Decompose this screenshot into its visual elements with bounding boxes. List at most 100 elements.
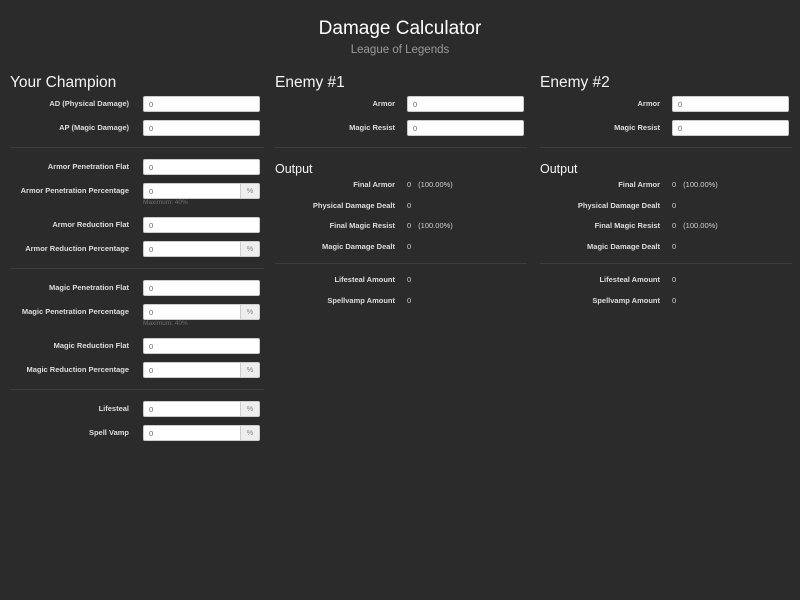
ap-label: AP (Magic Damage) (59, 123, 129, 132)
enemy1-spellvamp-row: Spellvamp Amount 0 (275, 295, 527, 316)
ap-input[interactable] (143, 120, 260, 136)
enemy1-final-armor-percent: (100.00%) (418, 180, 453, 189)
enemy2-mr-label: Magic Resist (614, 123, 660, 132)
enemy1-magic-dealt-label: Magic Damage Dealt (322, 241, 395, 251)
enemy1-output-heading: Output (275, 162, 313, 176)
enemy2-physical-dealt-label: Physical Damage Dealt (577, 200, 660, 210)
ad-label: AD (Physical Damage) (49, 99, 129, 108)
enemy1-final-mr-value: 0 (407, 221, 412, 230)
enemy2-mr-input[interactable] (672, 120, 789, 136)
percent-addon: % (241, 183, 260, 199)
percent-addon: % (241, 362, 260, 378)
enemy2-spellvamp-row: Spellvamp Amount 0 (540, 295, 792, 316)
enemy1-final-mr-output: 0 (100.00%) (407, 220, 453, 232)
enemy2-spellvamp-value: 0 (672, 295, 677, 305)
armor-red-pct-row: Armor Reduction Percentage % (10, 241, 264, 265)
divider (540, 147, 792, 148)
magic-red-flat-input[interactable] (143, 338, 260, 354)
percent-addon: % (241, 304, 260, 320)
enemy2-armor-label: Armor (637, 99, 660, 108)
enemy2-final-armor-row: Final Armor 0 (100.00%) (540, 179, 792, 200)
magic-pen-pct-label: Magic Penetration Percentage (21, 307, 129, 316)
page-title: Damage Calculator (318, 18, 482, 39)
lifesteal-input[interactable] (143, 401, 241, 417)
enemy2-heading: Enemy #2 (540, 74, 610, 91)
spell-vamp-row: Spell Vamp % (10, 425, 264, 449)
enemy2-final-mr-label: Final Magic Resist (594, 221, 660, 230)
enemy1-final-mr-percent: (100.00%) (418, 221, 453, 230)
enemy1-final-mr-row: Final Magic Resist 0 (100.00%) (275, 220, 527, 241)
enemy1-mr-label: Magic Resist (349, 123, 395, 132)
ad-input[interactable] (143, 96, 260, 112)
lifesteal-row: Lifesteal % (10, 401, 264, 425)
enemy2-final-armor-label: Final Armor (618, 180, 660, 189)
divider (10, 147, 264, 148)
divider (10, 389, 264, 390)
percent-addon: % (241, 401, 260, 417)
enemy1-final-armor-label: Final Armor (353, 180, 395, 189)
enemy2-physical-dealt-row: Physical Damage Dealt 0 (540, 200, 792, 221)
enemy2-armor-row: Armor (540, 96, 792, 120)
enemy2-mr-row: Magic Resist (540, 120, 792, 144)
enemy2-final-armor-percent: (100.00%) (683, 180, 718, 189)
armor-pen-pct-input[interactable] (143, 183, 241, 199)
magic-pen-flat-row: Magic Penetration Flat (10, 280, 264, 304)
champion-heading: Your Champion (10, 74, 117, 91)
enemy2-final-armor-output: 0 (100.00%) (672, 179, 718, 191)
armor-red-flat-input[interactable] (143, 217, 260, 233)
divider (10, 268, 264, 269)
enemy2-column: Enemy #2 Armor Magic Resist Output Final… (540, 70, 792, 315)
enemy1-final-mr-label: Final Magic Resist (329, 221, 395, 230)
spell-vamp-label: Spell Vamp (88, 428, 129, 437)
enemy2-spellvamp-label: Spellvamp Amount (592, 295, 660, 305)
armor-pen-pct-label: Armor Penetration Percentage (20, 186, 129, 195)
magic-red-pct-label: Magic Reduction Percentage (26, 365, 129, 374)
percent-addon: % (241, 241, 260, 257)
percent-addon: % (241, 425, 260, 441)
champion-column: Your Champion AD (Physical Damage) AP (M… (10, 70, 264, 449)
enemy1-physical-dealt-row: Physical Damage Dealt 0 (275, 200, 527, 221)
enemy1-armor-input[interactable] (407, 96, 524, 112)
enemy2-armor-input[interactable] (672, 96, 789, 112)
divider (275, 147, 527, 148)
divider (275, 263, 527, 264)
enemy2-lifesteal-value: 0 (672, 275, 677, 284)
armor-red-pct-input[interactable] (143, 241, 241, 257)
spell-vamp-input[interactable] (143, 425, 241, 441)
enemy1-physical-dealt-value: 0 (407, 200, 412, 210)
enemy2-final-mr-percent: (100.00%) (683, 221, 718, 230)
armor-red-pct-label: Armor Reduction Percentage (25, 244, 129, 253)
page-subtitle: League of Legends (350, 44, 450, 56)
enemy1-armor-label: Armor (372, 99, 395, 108)
enemy1-column: Enemy #1 Armor Magic Resist Output Final… (275, 70, 527, 315)
page-header: Damage Calculator League of Legends (0, 16, 800, 58)
magic-red-pct-row: Magic Reduction Percentage % (10, 362, 264, 386)
magic-red-pct-input[interactable] (143, 362, 241, 378)
enemy1-spellvamp-label: Spellvamp Amount (327, 295, 395, 305)
magic-pen-help: Maximum: 40% (10, 320, 264, 338)
enemy2-final-mr-value: 0 (672, 221, 677, 230)
armor-red-flat-label: Armor Reduction Flat (52, 220, 129, 229)
enemy1-physical-dealt-label: Physical Damage Dealt (312, 200, 395, 210)
magic-pen-flat-input[interactable] (143, 280, 260, 296)
armor-pen-flat-label: Armor Penetration Flat (47, 162, 129, 171)
enemy2-physical-dealt-value: 0 (672, 200, 677, 210)
enemy2-magic-dealt-row: Magic Damage Dealt 0 (540, 241, 792, 262)
enemy1-final-armor-value: 0 (407, 180, 412, 189)
enemy2-final-armor-value: 0 (672, 180, 677, 189)
magic-red-flat-label: Magic Reduction Flat (53, 341, 129, 350)
armor-pen-max-hint: Maximum: 40% (143, 199, 188, 206)
enemy2-output-heading: Output (540, 162, 578, 176)
enemy1-magic-dealt-row: Magic Damage Dealt 0 (275, 241, 527, 262)
divider (540, 263, 792, 264)
ap-row: AP (Magic Damage) (10, 120, 264, 144)
armor-pen-flat-input[interactable] (143, 159, 260, 175)
enemy2-final-mr-row: Final Magic Resist 0 (100.00%) (540, 220, 792, 241)
magic-pen-max-hint: Maximum: 40% (143, 320, 188, 327)
magic-pen-pct-input[interactable] (143, 304, 241, 320)
enemy1-mr-input[interactable] (407, 120, 524, 136)
armor-red-flat-row: Armor Reduction Flat (10, 217, 264, 241)
enemy1-heading: Enemy #1 (275, 74, 345, 91)
lifesteal-label: Lifesteal (98, 404, 129, 413)
enemy2-magic-dealt-label: Magic Damage Dealt (587, 241, 660, 251)
